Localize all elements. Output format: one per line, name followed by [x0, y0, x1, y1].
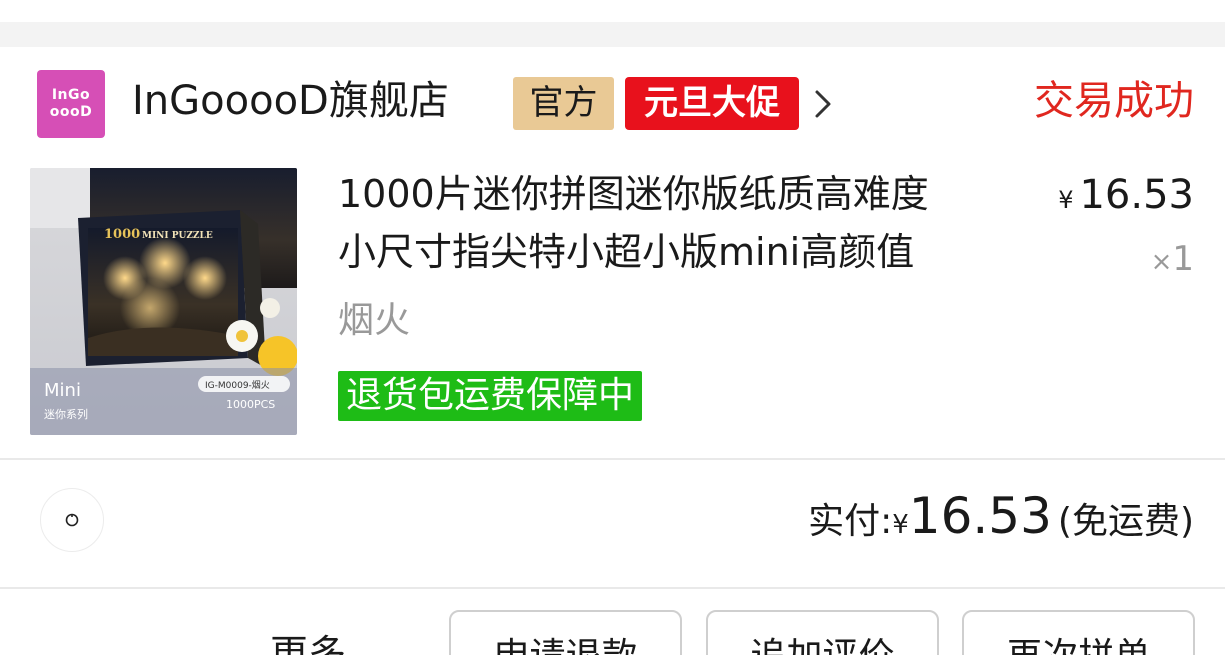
official-badge: 官方 — [513, 77, 614, 130]
svg-text:MINI PUZZLE: MINI PUZZLE — [142, 231, 213, 241]
qty-prefix: × — [1150, 247, 1173, 277]
divider — [0, 587, 1225, 589]
spinner-icon — [65, 513, 79, 527]
paid-label: 实付: — [808, 501, 893, 542]
add-review-button[interactable]: 追加评价 — [706, 610, 939, 655]
shop-logo[interactable]: InGo oooD — [37, 70, 105, 138]
shop-logo-text-line2: oooD — [49, 104, 93, 120]
shop-logo-text-line1: InGo — [51, 87, 91, 103]
product-quantity: ×1 — [1151, 237, 1194, 284]
promo-badge: 元旦大促 — [625, 77, 799, 130]
more-link[interactable]: 更多 — [270, 629, 346, 655]
paid-currency: ¥ — [892, 510, 909, 540]
chevron-right-icon[interactable] — [812, 89, 834, 119]
svg-text:迷你系列: 迷你系列 — [44, 407, 88, 421]
svg-text:IG-M0009-烟火: IG-M0009-烟火 — [205, 379, 270, 391]
product-title-line1[interactable]: 1000片迷你拼图迷你版纸质高难度 — [338, 169, 929, 219]
order-status: 交易成功 — [1034, 78, 1194, 124]
request-refund-button[interactable]: 申请退款 — [449, 610, 682, 655]
paid-amount: 实付:¥16.53 (免运费) — [808, 487, 1194, 545]
svg-text:1000PCS: 1000PCS — [226, 398, 275, 411]
qty-value: 1 — [1172, 239, 1194, 279]
svg-text:Mini: Mini — [44, 380, 81, 401]
divider — [0, 458, 1225, 460]
price-currency: ¥ — [1058, 186, 1074, 214]
product-thumbnail[interactable]: 1000 MINI PUZZLE IG-M0009-烟火 1000PCS Min… — [30, 168, 297, 435]
group-buy-again-button[interactable]: 再次拼单 — [962, 610, 1195, 655]
shipping-note: (免运费) — [1057, 501, 1194, 542]
order-card: InGo oooD InGooooD旗舰店 官方 元旦大促 交易成功 1000 … — [0, 47, 1225, 655]
paid-value: 16.53 — [908, 487, 1052, 545]
chat-button[interactable] — [40, 488, 104, 552]
return-shipping-guarantee-badge: 退货包运费保障中 — [338, 371, 643, 421]
shop-name[interactable]: InGooooD旗舰店 — [132, 75, 449, 127]
svg-text:1000: 1000 — [104, 227, 140, 242]
product-variant: 烟火 — [338, 300, 411, 341]
product-price: ¥16.53 — [1058, 171, 1194, 224]
price-value: 16.53 — [1079, 172, 1194, 218]
top-spacer — [0, 0, 1225, 22]
product-title-line2[interactable]: 小尺寸指尖特小超小版mini高颜值 — [338, 227, 914, 277]
section-gap — [0, 22, 1225, 47]
